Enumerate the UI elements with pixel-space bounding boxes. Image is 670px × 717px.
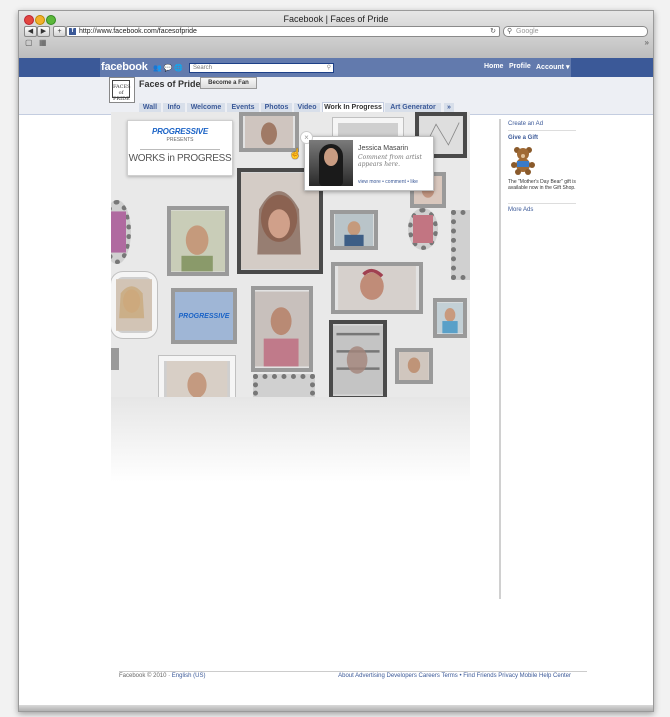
footer-link-careers[interactable]: Careers (419, 673, 440, 679)
url-text: http://www.facebook.com/facesofpride (79, 28, 197, 35)
sidebar-separator (508, 203, 576, 204)
window-bottom-bar (19, 705, 653, 711)
footer-links: About Advertising Developers Careers Ter… (338, 673, 571, 679)
give-a-gift-heading[interactable]: Give a Gift (508, 135, 538, 141)
bookmarks-overflow-icon[interactable]: » (645, 38, 649, 47)
column-divider (499, 119, 501, 599)
portrait-frame[interactable] (395, 348, 433, 384)
portrait-frame[interactable] (330, 210, 378, 250)
address-bar[interactable]: f http://www.facebook.com/facesofpride ↻ (66, 26, 500, 37)
progressive-frame-label: PROGRESSIVE (175, 292, 233, 340)
avatar-logo-text: FACES of PRIDE (112, 80, 131, 102)
portrait-frame[interactable] (433, 298, 467, 338)
sidebar-separator (508, 130, 576, 131)
portrait-frame[interactable] (167, 206, 229, 276)
portrait-frame[interactable] (159, 356, 235, 397)
facebook-search-input[interactable]: Search ⚲ (189, 63, 334, 73)
search-icon: ⚲ (507, 28, 513, 35)
window-title: Facebook | Faces of Pride (283, 14, 389, 24)
artist-comment: Comment from artist appears here. (358, 154, 422, 168)
forward-button[interactable]: ▶ (37, 26, 50, 37)
portrait-frame[interactable] (239, 112, 299, 152)
mouse-cursor-icon: ☝ (289, 149, 302, 160)
footer-link-privacy[interactable]: Privacy (498, 673, 518, 679)
portrait-frame[interactable] (408, 208, 438, 250)
facebook-top-bar: facebook 👥 💬 🌐 Search ⚲ Home Profile Acc… (19, 58, 653, 77)
browser-window: Facebook | Faces of Pride ◀ ▶ + f http:/… (18, 10, 654, 712)
portrait-frame[interactable] (251, 286, 313, 372)
footer-divider (119, 671, 587, 672)
portrait-frame[interactable] (111, 348, 119, 370)
presents-text: PRESENTS (166, 137, 194, 143)
facebook-logo[interactable]: facebook (101, 61, 148, 73)
facebook-search-icon[interactable]: ⚲ (327, 64, 331, 72)
footer-link-help-center[interactable]: Help Center (539, 673, 571, 679)
portrait-frame[interactable] (329, 320, 387, 397)
footer-bullet: • (459, 673, 462, 679)
browser-search-field[interactable]: ⚲ Google (503, 26, 648, 37)
browser-search-placeholder: Google (516, 28, 539, 35)
works-in-progress-logo-card: PROGRESSIVE PRESENTS WORKS in PROGRESS (127, 120, 233, 176)
portrait-frame[interactable] (253, 374, 315, 397)
footer-link-developers[interactable]: Developers (387, 673, 417, 679)
add-bookmark-button[interactable]: + (53, 26, 66, 37)
gallery-floor (111, 397, 470, 482)
artist-photo (309, 140, 353, 186)
portrait-frame[interactable]: PROGRESSIVE (171, 288, 237, 344)
footer-copyright-row: Facebook © 2010 · English (US) (119, 673, 205, 679)
portrait-frame[interactable] (451, 210, 470, 280)
copyright-text: Facebook © 2010 · (119, 673, 171, 679)
artist-photo-face (324, 148, 338, 166)
nav-profile-link[interactable]: Profile (509, 63, 531, 70)
portrait-frame[interactable] (111, 272, 157, 338)
back-button[interactable]: ◀ (24, 26, 37, 37)
notification-icons[interactable]: 👥 💬 🌐 (153, 64, 183, 72)
create-an-ad-link[interactable]: Create an Ad (508, 121, 543, 127)
progressive-logo: PROGRESSIVE (151, 127, 209, 136)
top-sites-grid-icon[interactable]: ▦ (39, 38, 47, 47)
portrait-frame[interactable] (111, 200, 131, 264)
nav-account-link[interactable]: Account ▾ (536, 63, 569, 71)
logo-divider (140, 149, 220, 150)
artist-name: Jessica Masarin (358, 145, 409, 152)
nav-home-link[interactable]: Home (484, 63, 503, 70)
footer-link-about[interactable]: About (338, 673, 354, 679)
page-title: Faces of Pride (139, 79, 201, 89)
reload-icon[interactable]: ↻ (490, 27, 496, 36)
facebook-search-placeholder: Search (193, 65, 213, 71)
teddy-bear-gift-icon[interactable] (509, 145, 537, 175)
reading-list-icon[interactable]: ▢ (25, 38, 33, 47)
portrait-frame[interactable] (331, 262, 423, 314)
footer-link-mobile[interactable]: Mobile (520, 673, 538, 679)
footer-link-advertising[interactable]: Advertising (355, 673, 385, 679)
gift-description: The "Mother's Day Bear" gift is availabl… (508, 179, 576, 191)
facebook-favicon-icon: f (69, 28, 76, 35)
more-ads-link[interactable]: More Ads (508, 207, 533, 213)
popup-actions-link[interactable]: view more • comment • like (358, 179, 418, 185)
page-avatar[interactable]: FACES of PRIDE (109, 77, 135, 103)
footer-link-find-friends[interactable]: Find Friends (463, 673, 496, 679)
artist-popup[interactable]: × Jessica Masarin Comment from artist ap… (300, 131, 434, 191)
become-a-fan-button[interactable]: Become a Fan (200, 77, 257, 89)
footer-link-terms[interactable]: Terms (441, 673, 457, 679)
browser-toolbar: Facebook | Faces of Pride ◀ ▶ + f http:/… (19, 11, 653, 59)
works-in-progress-title: WORKS in PROGRESS (128, 153, 232, 164)
language-link[interactable]: English (US) (172, 673, 206, 679)
